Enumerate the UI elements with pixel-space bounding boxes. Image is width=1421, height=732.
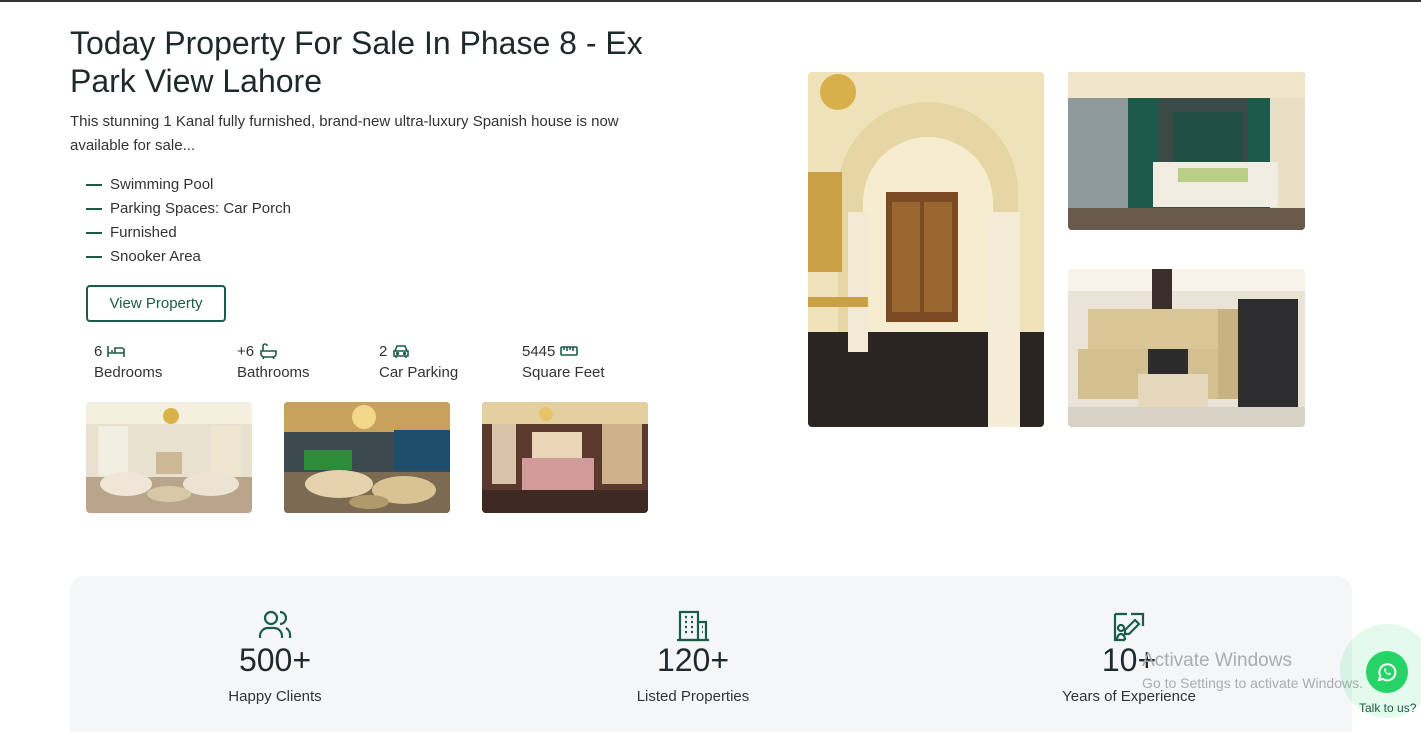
bathtub-icon xyxy=(260,343,277,359)
dash-icon xyxy=(86,184,102,186)
bed-icon xyxy=(107,346,126,357)
thumbnail-master-bedroom[interactable] xyxy=(482,402,648,513)
dash-icon xyxy=(86,208,102,210)
gallery-kitchen[interactable] xyxy=(1068,269,1305,427)
stat-square-feet: 5445 Square Feet xyxy=(522,342,605,382)
dash-icon xyxy=(86,256,102,258)
feature-list: Swimming Pool Parking Spaces: Car Porch … xyxy=(86,173,291,269)
stat-bedrooms: 6 Bedrooms xyxy=(94,342,163,382)
feature-item: Swimming Pool xyxy=(86,173,291,197)
dash-icon xyxy=(86,232,102,234)
snooker-lounge-image xyxy=(284,402,450,513)
counter-listed-properties: 120+ Listed Properties xyxy=(583,608,803,705)
gallery-arched-hallway[interactable] xyxy=(808,72,1044,427)
listing-title: Today Property For Sale In Phase 8 - Ex … xyxy=(70,25,643,99)
feature-item: Snooker Area xyxy=(86,245,291,269)
stat-car-parking: 2 Car Parking xyxy=(379,342,459,382)
top-border xyxy=(0,0,1421,2)
users-icon xyxy=(258,610,292,638)
whatsapp-button[interactable] xyxy=(1366,651,1408,693)
ruler-icon xyxy=(560,346,579,356)
feature-item: Furnished xyxy=(86,221,291,245)
gallery-green-bedroom[interactable] xyxy=(1068,72,1305,230)
living-room-image xyxy=(86,402,252,513)
counter-happy-clients: 500+ Happy Clients xyxy=(165,608,385,705)
feature-item: Parking Spaces: Car Porch xyxy=(86,197,291,221)
kitchen-image xyxy=(1068,269,1305,427)
certificate-icon xyxy=(1113,612,1145,642)
thumbnail-living-room[interactable] xyxy=(86,402,252,513)
master-bedroom-image xyxy=(482,402,648,513)
talk-to-us-label[interactable]: Talk to us? xyxy=(1359,701,1416,715)
green-bedroom-image xyxy=(1068,72,1305,230)
whatsapp-icon xyxy=(1377,663,1397,682)
stat-bathrooms: +6 Bathrooms xyxy=(237,342,310,382)
car-icon xyxy=(393,345,410,358)
arched-hallway-image xyxy=(808,72,1044,427)
building-icon xyxy=(677,610,709,642)
view-property-button[interactable]: View Property xyxy=(86,285,226,322)
listing-description: This stunning 1 Kanal fully furnished, b… xyxy=(70,113,619,154)
activate-windows-watermark: Activate Windows Go to Settings to activ… xyxy=(1142,650,1363,691)
thumbnail-snooker-lounge[interactable] xyxy=(284,402,450,513)
